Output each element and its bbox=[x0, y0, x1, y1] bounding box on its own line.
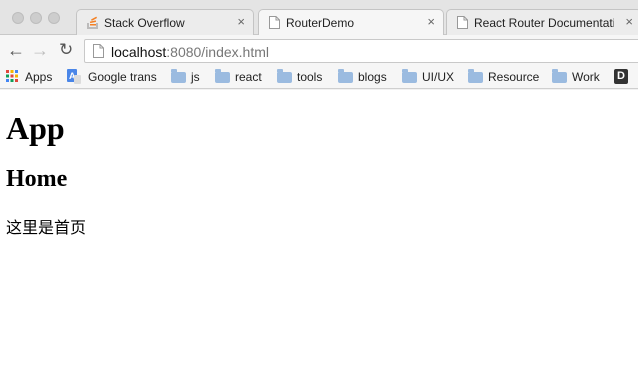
folder-icon bbox=[468, 69, 483, 83]
bookmark-label: Google trans bbox=[88, 70, 157, 84]
zoom-window-button[interactable] bbox=[48, 12, 60, 24]
browser-chrome: Stack Overflow × RouterDemo × React Rout… bbox=[0, 0, 638, 90]
page-icon bbox=[93, 44, 104, 58]
d-badge-icon: D bbox=[614, 69, 628, 84]
bookmark-folder-js[interactable]: js bbox=[171, 69, 203, 85]
tab-react-router-documentation[interactable]: React Router Documentatio × bbox=[446, 9, 638, 35]
bookmark-label: js bbox=[191, 70, 200, 84]
bookmark-label: Apps bbox=[25, 70, 53, 84]
bookmark-folder-blogs[interactable]: blogs bbox=[338, 69, 390, 85]
reload-button[interactable]: ↻ bbox=[59, 40, 73, 60]
close-tab-icon[interactable]: × bbox=[427, 14, 435, 29]
bookmark-label: Work bbox=[572, 70, 600, 84]
address-bar[interactable]: localhost:8080/index.html bbox=[84, 39, 638, 63]
bookmarks-bar: Apps A Google trans js react tools blogs bbox=[0, 66, 638, 89]
close-window-button[interactable] bbox=[12, 12, 24, 24]
bookmark-folder-react[interactable]: react bbox=[215, 69, 265, 85]
bookmark-folder-uiux[interactable]: UI/UX bbox=[402, 69, 458, 85]
stackoverflow-icon bbox=[87, 16, 98, 29]
bookmark-label: react bbox=[235, 70, 262, 84]
tab-title: Stack Overflow bbox=[104, 16, 185, 30]
bookmark-label: tools bbox=[297, 70, 323, 84]
url-path: :8080/index.html bbox=[166, 44, 269, 60]
bookmark-label: UI/UX bbox=[422, 70, 455, 84]
folder-icon bbox=[215, 69, 230, 83]
page-icon bbox=[457, 16, 468, 29]
bookmark-folder-resource[interactable]: Resource bbox=[468, 69, 540, 85]
bookmark-folder-tools[interactable]: tools bbox=[277, 69, 327, 85]
tab-title: React Router Documentatio bbox=[474, 16, 614, 30]
forward-button[interactable]: → bbox=[31, 40, 49, 60]
page-subheading: Home bbox=[6, 166, 68, 192]
url-text: localhost:8080/index.html bbox=[111, 44, 269, 60]
close-tab-icon[interactable]: × bbox=[625, 14, 633, 29]
back-button[interactable]: ← bbox=[7, 40, 25, 60]
page-heading: App bbox=[6, 110, 65, 146]
bookmark-label: Resource bbox=[488, 70, 540, 84]
tab-stack-overflow[interactable]: Stack Overflow × bbox=[76, 9, 254, 35]
bookmark-google-trans[interactable]: A Google trans bbox=[67, 69, 159, 85]
minimize-window-button[interactable] bbox=[30, 12, 42, 24]
folder-icon bbox=[277, 69, 292, 83]
folder-icon bbox=[338, 69, 353, 83]
apps-grid-icon bbox=[6, 70, 18, 82]
url-host: localhost bbox=[111, 44, 167, 60]
page-text: 这里是首页 bbox=[6, 220, 87, 237]
bookmark-label: blogs bbox=[358, 70, 387, 84]
tab-title: RouterDemo bbox=[286, 16, 355, 30]
navigation-toolbar: ← → ↻ localhost:8080/index.html bbox=[0, 35, 638, 66]
page-content: App Home 这里是首页 bbox=[0, 90, 638, 368]
folder-icon bbox=[402, 69, 417, 83]
tab-strip: Stack Overflow × RouterDemo × React Rout… bbox=[0, 0, 638, 35]
tab-routerdemo[interactable]: RouterDemo × bbox=[258, 9, 444, 35]
bookmark-apps[interactable]: Apps bbox=[6, 69, 56, 85]
google-translate-icon: A bbox=[67, 69, 81, 84]
folder-icon bbox=[171, 69, 186, 83]
bookmark-folder-work[interactable]: Work bbox=[552, 69, 602, 85]
close-tab-icon[interactable]: × bbox=[237, 14, 245, 29]
bookmark-d[interactable]: D bbox=[614, 69, 638, 85]
folder-icon bbox=[552, 69, 567, 83]
page-icon bbox=[269, 16, 280, 29]
